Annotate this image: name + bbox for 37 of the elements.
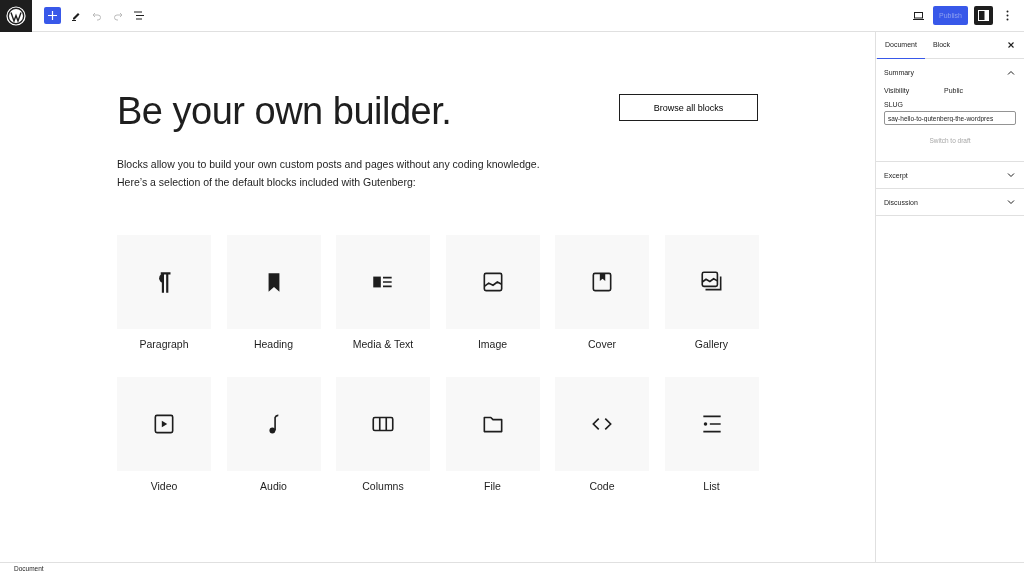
- sidebar-toggle-icon[interactable]: [974, 6, 993, 25]
- block-tile[interactable]: [664, 377, 759, 471]
- browse-all-blocks-button[interactable]: Browse all blocks: [619, 94, 758, 121]
- block-tile[interactable]: [555, 235, 649, 329]
- chevron-icon: [1007, 69, 1015, 75]
- block-label: Media & Text: [352, 338, 414, 351]
- block-label: Image: [477, 338, 508, 351]
- block-label: Gallery: [694, 338, 729, 351]
- block-label: Audio: [260, 480, 287, 493]
- wordpress-logo[interactable]: [0, 0, 32, 32]
- intro-text: Blocks allow you to build your own custom posts and pages without any coding knowledge.: [117, 157, 541, 172]
- block-label: Video: [150, 480, 178, 493]
- block-tile[interactable]: [336, 377, 430, 471]
- chevron-icon: [1007, 172, 1015, 178]
- block-label: Columns: [362, 480, 404, 493]
- block-tile[interactable]: [226, 235, 321, 329]
- block-label: Cover: [588, 338, 616, 351]
- block-tile[interactable]: [445, 235, 540, 329]
- block-tile[interactable]: [555, 377, 649, 471]
- block-label: Paragraph: [139, 338, 189, 351]
- block-tile[interactable]: [336, 235, 430, 329]
- page-heading: Be your own builder.: [117, 90, 452, 133]
- close-icon[interactable]: [1006, 40, 1016, 50]
- block-label: File: [484, 480, 501, 493]
- plus-icon: [48, 11, 57, 20]
- add-block-button[interactable]: [44, 7, 61, 24]
- block-label: Heading: [253, 338, 294, 351]
- chevron-icon: [1007, 199, 1015, 205]
- block-tile[interactable]: [226, 377, 321, 471]
- block-tile[interactable]: [664, 235, 759, 329]
- logo-icon: [6, 5, 26, 26]
- intro-text: Here’s a selection of the default blocks included with Gutenberg:: [117, 175, 417, 190]
- block-tile[interactable]: [445, 377, 540, 471]
- block-tile[interactable]: [117, 377, 211, 471]
- block-label: Code: [589, 480, 615, 493]
- block-label: List: [703, 480, 720, 493]
- block-tile[interactable]: [117, 235, 211, 329]
